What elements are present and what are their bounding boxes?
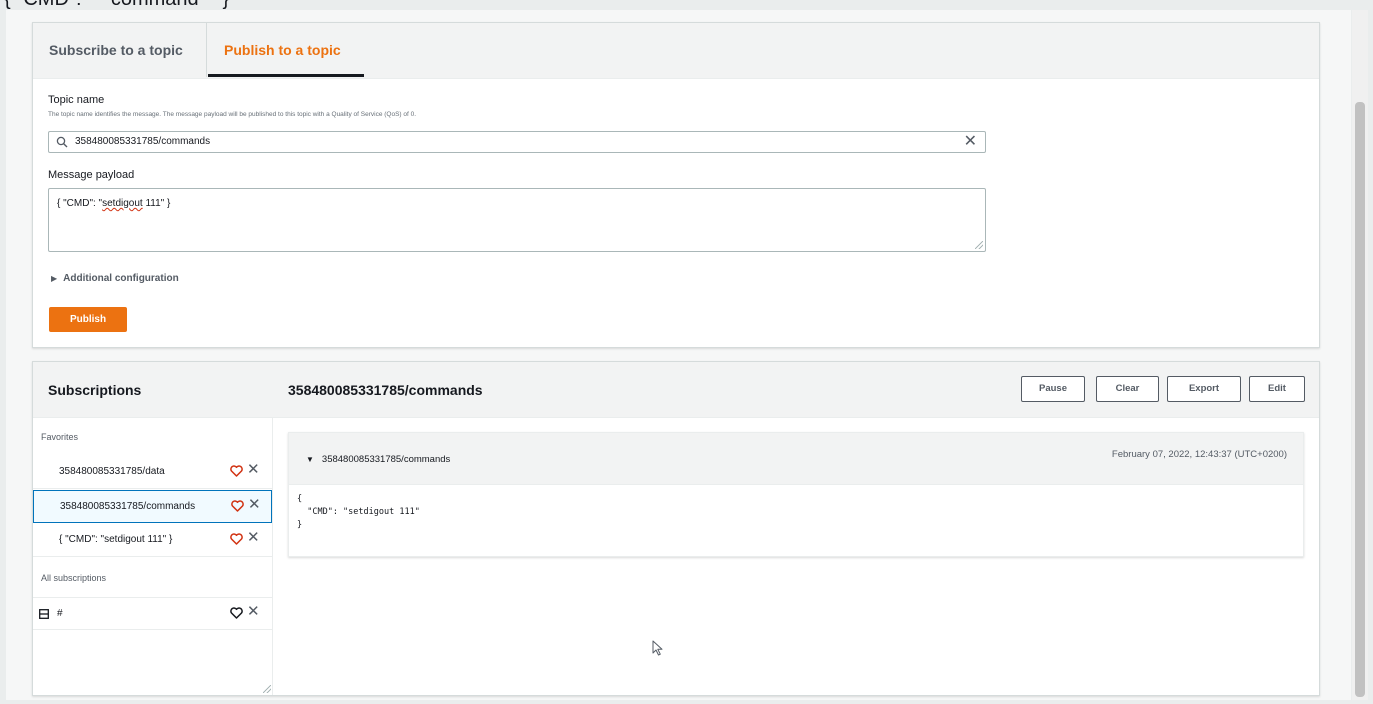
message-body: { "CMD": "setdigout 111" } [297, 494, 420, 530]
favorite-item-commands[interactable]: 358480085331785/commands ✕ [33, 490, 272, 523]
topic-name-input[interactable]: 358480085331785/commands ✕ [48, 131, 986, 153]
heart-icon[interactable] [230, 465, 243, 477]
topic-name-label: Topic name [48, 94, 105, 106]
publish-button[interactable]: Publish [49, 307, 127, 332]
message-timestamp: February 07, 2022, 12:43:37 (UTC+0200) [1111, 449, 1287, 460]
resize-handle[interactable] [975, 241, 983, 249]
active-tab-indicator [208, 74, 364, 77]
tab-publish[interactable]: Publish to a topic [208, 23, 364, 77]
payload-text: { "CMD": "setdigout 111" } [57, 198, 170, 209]
subscriptions-title: Subscriptions [48, 382, 142, 398]
heart-icon[interactable] [230, 607, 243, 619]
topic-tabs: Subscribe to a topic Publish to a topic [33, 23, 1319, 79]
message-card-header[interactable]: ▼ 358480085331785/commands February 07, 2… [289, 433, 1303, 485]
caret-down-icon: ▼ [306, 455, 314, 464]
clear-button[interactable]: Clear [1096, 376, 1159, 402]
all-subscriptions-label: All subscriptions [41, 573, 107, 583]
payload-text-misspelled: setdigout [102, 198, 143, 209]
edit-button[interactable]: Edit [1249, 376, 1305, 402]
sidebar-resize-handle[interactable] [263, 685, 271, 693]
favorite-item-name: 358480085331785/commands [60, 501, 196, 512]
favorite-item-name: 358480085331785/data [59, 466, 165, 477]
close-icon[interactable]: ✕ [248, 496, 261, 514]
favorites-label: Favorites [41, 432, 79, 442]
close-icon[interactable]: ✕ [247, 461, 260, 479]
close-icon[interactable]: ✕ [247, 603, 260, 621]
scrollbar-thumb[interactable] [1355, 102, 1365, 697]
payload-text-start: { "CMD": " [57, 198, 103, 209]
favorite-item-name: { "CMD": "setdigout 111" } [59, 534, 173, 545]
heart-icon[interactable] [230, 533, 243, 545]
message-payload-label: Message payload [48, 169, 135, 181]
subscription-item-name: # [57, 608, 63, 619]
payload-text-end: 111" } [142, 198, 171, 209]
export-button[interactable]: Export [1167, 376, 1241, 402]
subscriptions-panel: Subscriptions 358480085331785/commands P… [32, 361, 1320, 696]
subscriptions-sidebar: Favorites 358480085331785/data ✕ 3584800… [33, 418, 273, 695]
heart-icon[interactable] [231, 500, 244, 512]
pause-button[interactable]: Pause [1021, 376, 1085, 402]
caret-right-icon: ▶ [51, 274, 58, 283]
message-topic: 358480085331785/commands [321, 454, 451, 465]
close-icon[interactable]: ✕ [247, 529, 260, 547]
tab-subscribe[interactable]: Subscribe to a topic [33, 23, 207, 77]
subscription-item-wildcard[interactable]: # ✕ [33, 597, 272, 630]
topic-name-description: The topic name identifies the message. T… [48, 111, 417, 118]
message-payload-textarea[interactable]: { "CMD": "setdigout 111" } [48, 188, 986, 252]
message-card: ▼ 358480085331785/commands February 07, 2… [288, 432, 1304, 557]
mouse-cursor-icon [652, 640, 663, 656]
favorite-item-data[interactable]: 358480085331785/data ✕ [33, 456, 272, 489]
topic-name-value: 358480085331785/commands [75, 136, 211, 147]
additional-configuration-label: Additional configuration [63, 273, 179, 284]
favorite-item-cmd-payload[interactable]: { "CMD": "setdigout 111" } ✕ [33, 524, 272, 557]
list-icon [39, 609, 49, 619]
clear-icon[interactable]: ✕ [964, 133, 977, 151]
message-topic-toggle[interactable]: ▼ 358480085331785/commands [306, 454, 450, 465]
additional-configuration-toggle[interactable]: ▶ Additional configuration [51, 273, 179, 284]
search-icon [56, 136, 68, 148]
publish-panel: Subscribe to a topic Publish to a topic … [32, 22, 1320, 348]
subscriptions-header: Subscriptions 358480085331785/commands P… [33, 362, 1319, 418]
selected-topic-title: 358480085331785/commands [288, 382, 483, 398]
